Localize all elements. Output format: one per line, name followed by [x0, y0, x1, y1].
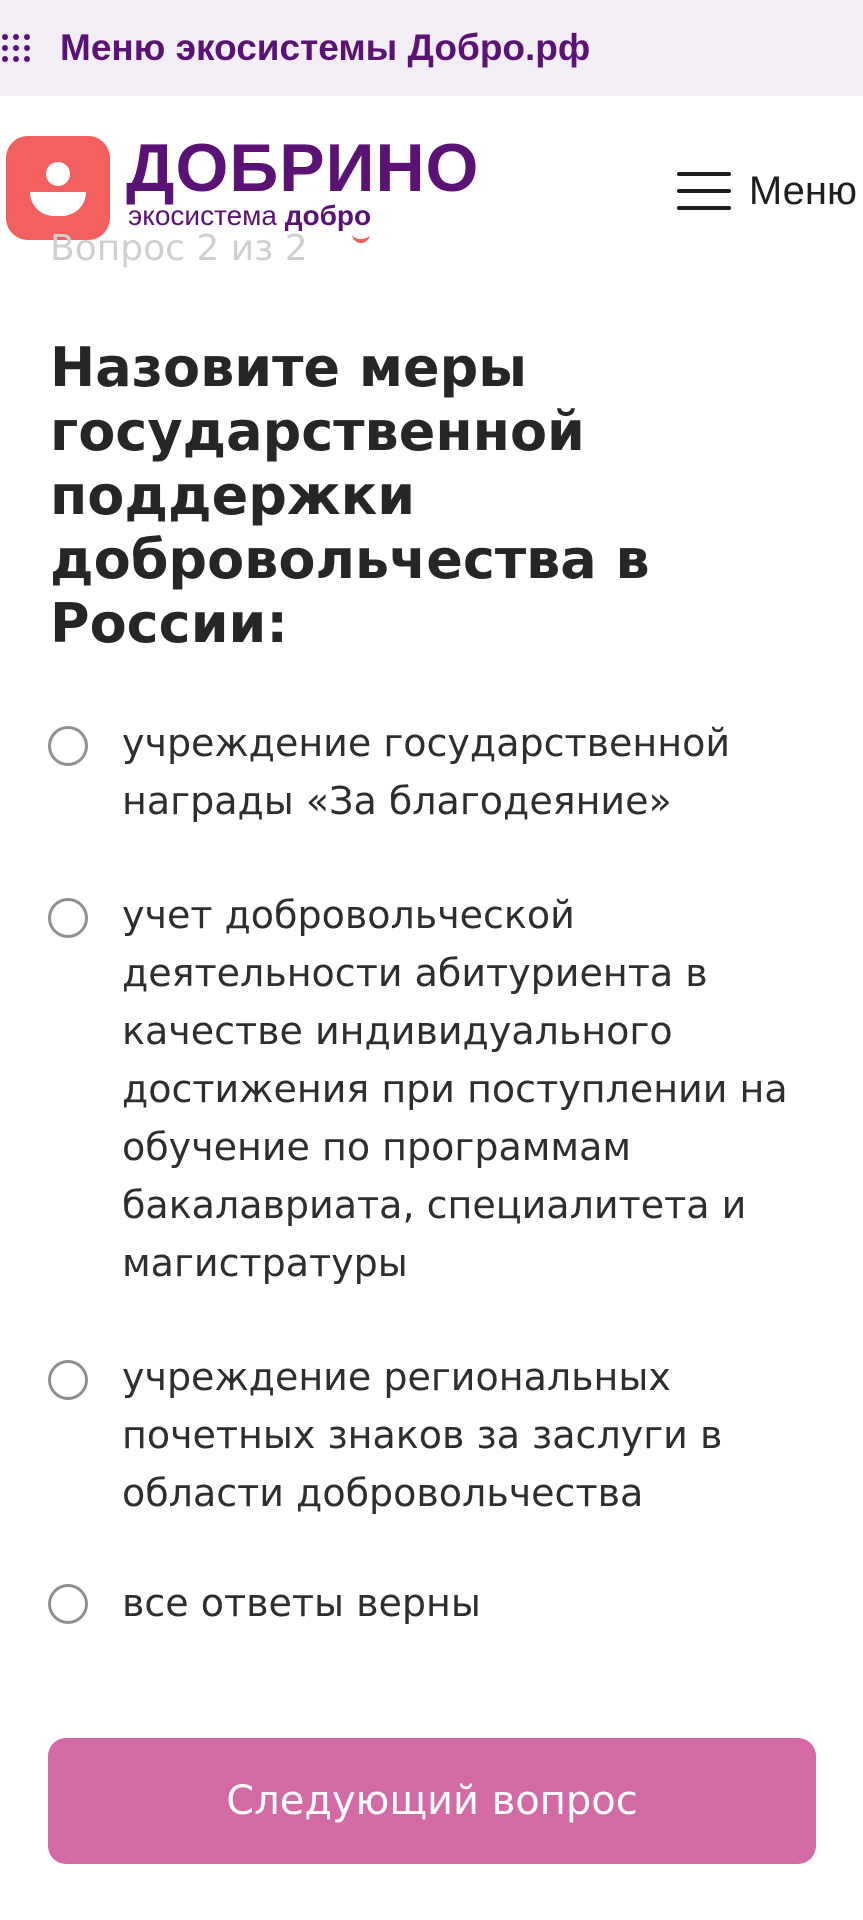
person-smile-icon[interactable] [6, 136, 110, 240]
radio-button[interactable] [48, 726, 88, 766]
radio-button[interactable] [48, 1584, 88, 1624]
menu-button[interactable]: Меню [676, 166, 857, 216]
answer-option-label[interactable]: все ответы верны [122, 1574, 842, 1632]
ecosystem-menu-bar[interactable]: Меню экосистемы Добро.рф [0, 0, 863, 96]
answer-option-label[interactable]: учреждение государственной награды «За б… [122, 714, 842, 830]
brand-smile-mark [352, 234, 370, 243]
answer-option-label[interactable]: учет добровольческой деятельности абитур… [122, 886, 842, 1292]
grid-dots-icon [0, 32, 32, 64]
radio-button[interactable] [48, 898, 88, 938]
question-title: Назовите меры государственной поддержки … [50, 336, 650, 655]
page: Меню экосистемы Добро.рф ДОБРИНО экосист… [0, 0, 863, 1920]
question-progress: Вопрос 2 из 2 [50, 228, 308, 269]
next-question-button[interactable]: Следующий вопрос [48, 1738, 816, 1864]
brand-subtitle-bold: добро [284, 200, 372, 231]
brand-name[interactable]: ДОБРИНО [126, 134, 479, 202]
menu-label: Меню [748, 168, 857, 213]
answer-option-label[interactable]: учреждение региональных почетных знаков … [122, 1348, 842, 1522]
hamburger-icon [676, 172, 731, 210]
brand-subtitle-prefix: экосистема [128, 200, 277, 231]
radio-button[interactable] [48, 1360, 88, 1400]
ecosystem-menu-label: Меню экосистемы Добро.рф [60, 27, 591, 68]
